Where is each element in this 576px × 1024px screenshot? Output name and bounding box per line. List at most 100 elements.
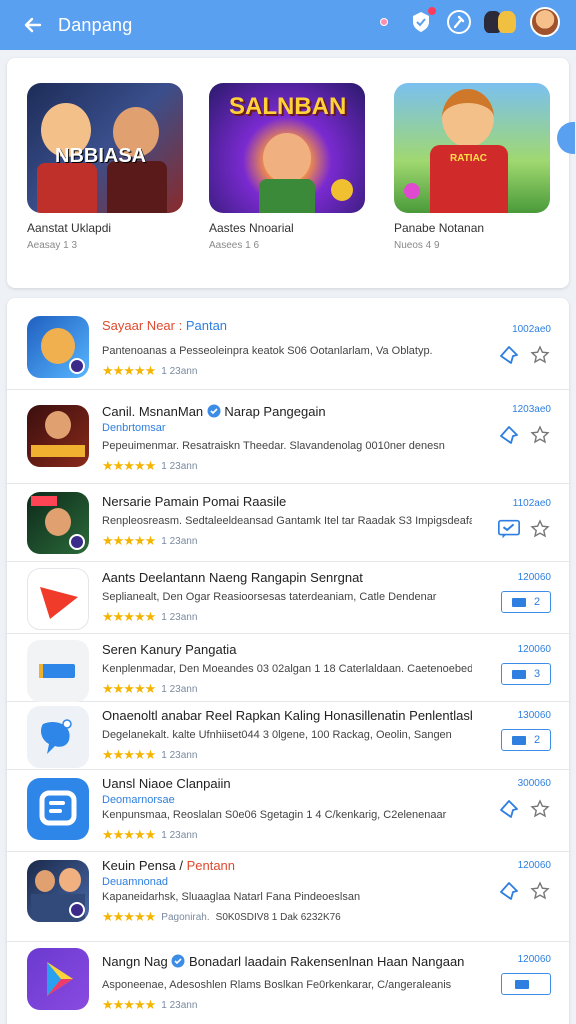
rating-count: Pagonirah.: [161, 911, 210, 923]
app-extra-info: S0K0SDIV8 1 Dak 6232K76: [215, 911, 341, 923]
message-button[interactable]: 2: [501, 591, 551, 613]
featured-name: Panabe Notanan: [394, 221, 485, 235]
pin-button[interactable]: [497, 423, 521, 447]
message-count: 3: [533, 668, 541, 680]
favorite-button[interactable]: [529, 880, 551, 902]
featured-name: Aanstat Uklapdi: [27, 221, 112, 235]
message-button[interactable]: [497, 517, 521, 541]
app-title-primary: Keuin Pensa /: [102, 858, 183, 873]
star-outline-icon: [530, 425, 550, 444]
notification-dot-icon: [380, 18, 388, 26]
rating-count: 1 23ann: [161, 829, 198, 841]
app-icon: [27, 706, 89, 768]
featured-carousel: NBBIASA Aanstat Uklapdi Aeasay 1 3 SALNB…: [7, 58, 575, 288]
favorite-button[interactable]: [529, 798, 551, 820]
featured-sub: Aasees 1 6: [209, 240, 260, 251]
play-store-icon: [47, 962, 73, 996]
rating-stars: ★★★★★: [102, 909, 156, 924]
profile-avatar[interactable]: [530, 7, 560, 37]
developer-name[interactable]: Deomarnorsae: [102, 794, 472, 806]
message-button[interactable]: 2: [501, 729, 551, 751]
featured-banner-text: SALNBAN: [229, 93, 347, 120]
list-item[interactable]: Keuin Pensa / Pentann Deuamnonad Kapanei…: [7, 852, 569, 942]
app-description: Kapaneidarhsk, Sluaaglaa Natarl Fana Pin…: [102, 891, 361, 903]
group-avatar[interactable]: [484, 7, 518, 37]
list-item[interactable]: Aants Deelantann Naeng Rangapin Senrgnat…: [7, 562, 569, 634]
app-list: Sayaar Near : Pantan Pantenoanas a Pesse…: [7, 298, 569, 1024]
featured-thumbnail[interactable]: NBBIASA: [27, 83, 183, 213]
favorite-button[interactable]: [529, 344, 551, 366]
featured-item[interactable]: RATIAC Panabe Notanan Nueos 4 9: [394, 83, 554, 251]
list-item[interactable]: Canil. MsnanMan Narap Pangegain Denbrtom…: [7, 390, 569, 484]
rating-stars: ★★★★★: [102, 747, 156, 762]
app-date: 1102ae0: [512, 498, 551, 509]
list-item[interactable]: Onaenoltl anabar Reel Rapkan Kaling Hona…: [7, 702, 569, 770]
app-title-primary: Sayaar Near :: [102, 318, 183, 333]
mail-icon: [515, 979, 529, 989]
star-outline-icon: [530, 799, 550, 818]
app-title-secondary: Bonadarl laadain Rakensenlnan Haan Nanga…: [189, 954, 465, 969]
favorite-button[interactable]: [529, 424, 551, 446]
list-item[interactable]: Nersarie Pamain Pomai Raasile Renpleosre…: [7, 484, 569, 562]
rating-count: 1 23ann: [161, 683, 198, 695]
list-item[interactable]: Seren Kanury Pangatia Kenplenmadar, Den …: [7, 634, 569, 702]
mail-icon: [511, 735, 526, 745]
app-date: 1203ae0: [512, 404, 551, 415]
rating-count: 1 23ann: [161, 999, 198, 1011]
message-count: 2: [533, 734, 541, 746]
back-button[interactable]: [22, 14, 44, 36]
message-button[interactable]: [501, 973, 551, 995]
featured-item[interactable]: SALNBAN Aastes Nnoarial Aasees 1 6: [209, 83, 369, 251]
rating-stars: ★★★★★: [102, 458, 156, 473]
wrench-icon: [447, 10, 471, 34]
developer-name[interactable]: Deuamnonad: [102, 876, 472, 888]
star-outline-icon: [530, 881, 550, 900]
pin-button[interactable]: [497, 797, 521, 821]
featured-thumbnail[interactable]: SALNBAN: [209, 83, 365, 213]
mail-icon: [511, 669, 526, 679]
app-icon: [27, 778, 89, 840]
pin-button[interactable]: [497, 879, 521, 903]
pin-icon: [500, 426, 518, 444]
list-item[interactable]: Uansl Niaoe Clanpaiin Deomarnorsae Kenpu…: [7, 770, 569, 852]
app-header: Danpang: [0, 0, 576, 50]
featured-name: Aastes Nnoarial: [209, 221, 294, 235]
rating-count: 1 23ann: [161, 460, 198, 472]
featured-item[interactable]: NBBIASA Aanstat Uklapdi Aeasay 1 3: [27, 83, 187, 251]
chat-bubble-icon: [41, 719, 72, 754]
rating-stars: ★★★★★: [102, 609, 156, 624]
app-description: Asponeenae, Adesoshlen Rlams Boslkan Fe0…: [102, 979, 452, 991]
pin-button[interactable]: [497, 343, 521, 367]
play-triangle-icon: [40, 587, 78, 619]
app-title-secondary: Narap Pangegain: [224, 404, 326, 419]
rating-stars: ★★★★★: [102, 827, 156, 842]
app-icon: [27, 405, 89, 467]
carousel-next-button[interactable]: [557, 122, 575, 154]
app-icon: [27, 492, 89, 554]
message-button[interactable]: 3: [501, 663, 551, 685]
app-date: 120060: [517, 954, 551, 965]
app-description: Degelanekalt. kalte Ufnhiiset044 3 0lgen…: [102, 729, 452, 741]
favorite-button[interactable]: [529, 518, 551, 540]
pin-icon: [500, 346, 518, 364]
featured-sub: Aeasay 1 3: [27, 240, 78, 251]
app-date: 1002ae0: [512, 324, 551, 335]
list-item[interactable]: Sayaar Near : Pantan Pantenoanas a Pesse…: [7, 298, 569, 390]
app-title: Nersarie Pamain Pomai Raasile: [102, 494, 287, 509]
developer-name[interactable]: Denbrtomsar: [102, 422, 472, 434]
verified-icon: [171, 954, 185, 968]
featured-thumbnail[interactable]: RATIAC: [394, 83, 550, 213]
app-description: Seplianealt, Den Ogar Reasioorsesas tate…: [102, 591, 437, 603]
featured-sub: Nueos 4 9: [394, 240, 440, 251]
featured-banner-text: RATIAC: [450, 153, 488, 164]
star-outline-icon: [530, 519, 550, 538]
list-item[interactable]: Nangn Nag Bonadarl laadain Rakensenlnan …: [7, 942, 569, 1024]
app-description: Kenplenmadar, Den Moeandes 03 02algan 1 …: [102, 663, 472, 675]
app-title: Keuin Pensa / Pentann: [102, 858, 472, 873]
rating-count: 1 23ann: [161, 365, 198, 377]
app-title: Uansl Niaoe Clanpaiin: [102, 776, 231, 791]
rating-count: 1 23ann: [161, 535, 198, 547]
app-title: Nangn Nag Bonadarl laadain Rakensenlnan …: [102, 954, 472, 969]
shield-badge-button[interactable]: [408, 7, 436, 35]
tools-button[interactable]: [446, 9, 472, 35]
